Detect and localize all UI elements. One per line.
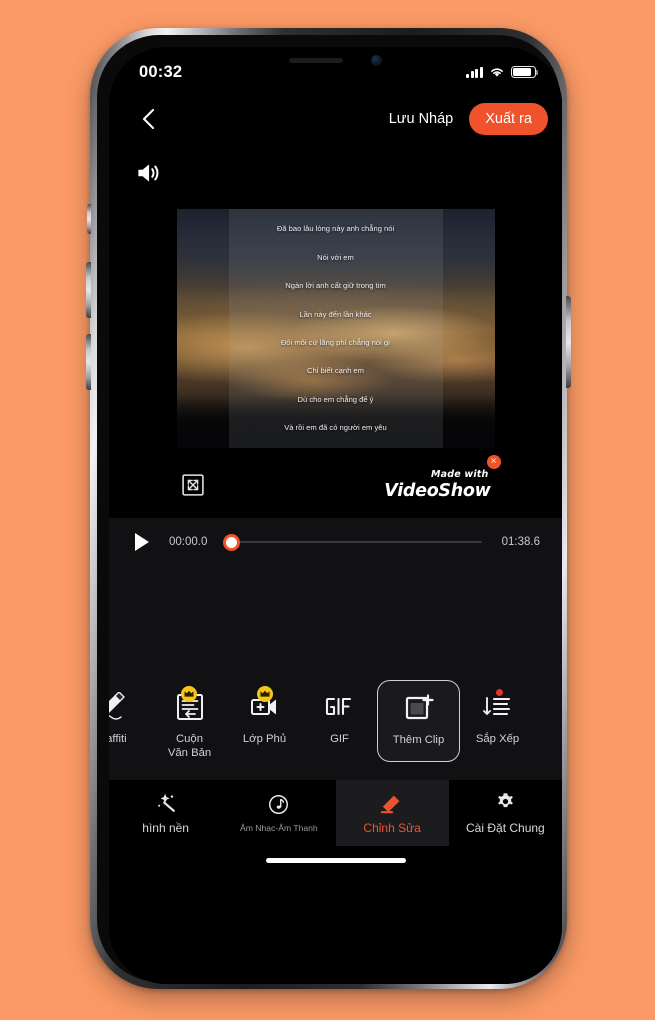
home-indicator-bar[interactable] [265, 857, 406, 863]
nav-item-music-audio[interactable]: Âm Nhạc-Âm Thanh [222, 780, 335, 846]
lyric-line: Ngàn lời anh cất giữ trong tim [285, 281, 386, 291]
tool-gif[interactable]: GIF [302, 678, 377, 747]
clip-track-area[interactable] [109, 566, 562, 672]
volume-speaker-icon[interactable] [133, 158, 163, 188]
status-time: 00:32 [139, 62, 183, 81]
lyric-line: Dù cho em chẳng để ý [297, 394, 374, 404]
watermark-made-with: Made with [430, 469, 489, 480]
fullscreen-expand-icon[interactable] [181, 474, 204, 496]
lyric-line: Nói với em [317, 252, 354, 262]
phone-frame: 00:32 Lưu Nháp Xuất ra Đã bao lâu lòng n… [86, 28, 571, 989]
playback-bar: 00:00.0 01:38.6 [109, 518, 562, 566]
nav-label: Cài Đặt Chung [466, 820, 545, 835]
seek-slider[interactable] [223, 533, 482, 551]
back-chevron-icon [142, 108, 154, 130]
lyric-line: Chỉ biết cạnh em [307, 366, 364, 376]
play-icon [135, 533, 149, 551]
nav-label: hình nền [142, 820, 189, 835]
nav-item-general-settings[interactable]: Cài Đặt Chung [449, 780, 562, 846]
premium-crown-badge [256, 686, 273, 702]
watermark-close-button[interactable]: × [486, 455, 501, 469]
music-note-circle-icon [269, 795, 289, 814]
tool-sort[interactable]: Sắp Xếp [460, 678, 535, 747]
lyrics-overlay: Đã bao lâu lòng này anh chẳng nói Nói vớ… [228, 209, 443, 448]
phone-screen: 00:32 Lưu Nháp Xuất ra Đã bao lâu lòng n… [109, 47, 562, 984]
volume-up-button[interactable] [86, 262, 91, 318]
phone-bezel: 00:32 Lưu Nháp Xuất ra Đã bao lâu lòng n… [97, 35, 562, 984]
tool-label: Cuộn Văn Bản [167, 733, 212, 759]
tool-label: Lớp Phủ [242, 733, 287, 745]
wifi-icon [491, 68, 503, 77]
status-icons [466, 62, 539, 78]
export-button[interactable]: Xuất ra [469, 103, 548, 135]
sort-order-icon [482, 697, 510, 716]
notch [251, 47, 420, 77]
videoshow-watermark: Made with VideoShow × [384, 455, 501, 501]
tool-label: raffiti [109, 733, 127, 745]
crown-icon [260, 690, 269, 697]
total-time-label: 01:38.6 [501, 536, 540, 548]
lyric-line: Và rồi em đã có người em yêu [284, 423, 387, 433]
watermark-row: Made with VideoShow × [109, 454, 562, 516]
power-button[interactable] [566, 296, 571, 388]
new-feature-dot-badge [495, 689, 503, 696]
tool-graffiti[interactable]: raffiti [109, 678, 152, 747]
gif-icon [325, 697, 351, 716]
tool-add-clip[interactable]: Thêm Clip [377, 680, 460, 762]
battery-icon [511, 66, 539, 78]
tool-label: Thêm Clip [392, 734, 445, 746]
mute-switch-button[interactable] [87, 204, 91, 234]
gear-settings-icon [498, 793, 513, 808]
screenshot-stage: 00:32 Lưu Nháp Xuất ra Đã bao lâu lòng n… [0, 0, 655, 1020]
front-camera-icon [371, 54, 382, 66]
nav-item-background[interactable]: hình nền [109, 780, 222, 846]
add-clip-icon [405, 694, 434, 720]
graffiti-pen-icon [109, 692, 125, 720]
timeline-panel: 00:00.0 01:38.6 [109, 518, 562, 672]
seek-track [233, 541, 482, 543]
tool-row: raffiti [109, 672, 562, 780]
seek-handle[interactable] [223, 533, 240, 551]
save-draft-button[interactable]: Lưu Nháp [389, 111, 454, 127]
editor-body: Đã bao lâu lòng này anh chẳng nói Nói vớ… [109, 145, 562, 984]
lyric-line: Lần này đến lần khác [299, 309, 372, 319]
preview-wrapper: Đã bao lâu lòng này anh chẳng nói Nói vớ… [109, 209, 562, 448]
tool-overlay[interactable]: Lớp Phủ [227, 678, 302, 747]
home-indicator-area [109, 846, 562, 880]
play-button[interactable] [127, 527, 157, 557]
nav-label: Âm Nhạc-Âm Thanh [240, 822, 318, 833]
volume-row [109, 145, 562, 201]
current-time-label: 00:00.0 [169, 536, 208, 548]
edit-eraser-icon [380, 795, 400, 813]
nav-label: Chỉnh Sửa [363, 820, 421, 835]
magic-wand-icon [157, 793, 175, 812]
watermark-brand: VideoShow [384, 481, 491, 501]
app-header: Lưu Nháp Xuất ra [109, 93, 562, 145]
bottom-nav: hình nền Âm Nhạc-Âm Thanh Chỉnh Sửa Cài … [109, 780, 562, 846]
lyric-line: Đã bao lâu lòng này anh chẳng nói [276, 224, 395, 234]
back-button[interactable] [129, 100, 167, 138]
tool-scroll-text[interactable]: Cuộn Văn Bản [152, 678, 227, 761]
tool-label: GIF [330, 733, 349, 745]
volume-down-button[interactable] [86, 334, 91, 390]
lyric-line: Đôi môi cứ lãng phí chẳng nói gì [280, 337, 391, 347]
crown-icon [184, 690, 193, 697]
cellular-signal-icon [466, 66, 483, 78]
video-preview[interactable]: Đã bao lâu lòng này anh chẳng nói Nói vớ… [176, 209, 495, 448]
nav-item-edit[interactable]: Chỉnh Sửa [335, 780, 449, 846]
tool-label: Sắp Xếp [475, 733, 520, 745]
earpiece-speaker-icon [289, 57, 343, 63]
premium-crown-badge [180, 686, 197, 702]
